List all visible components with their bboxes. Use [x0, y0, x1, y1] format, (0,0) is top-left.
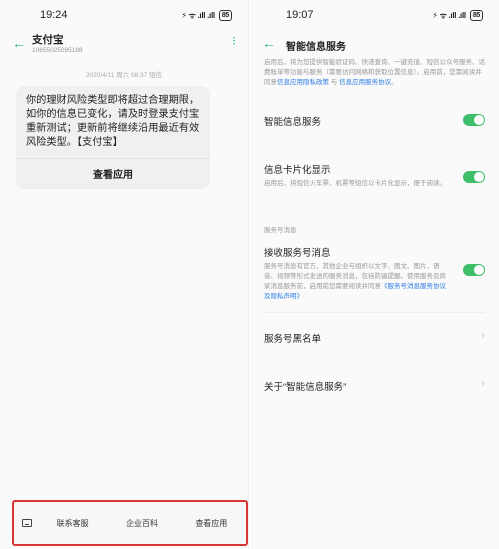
menu-contact-support[interactable]: 联系客服: [38, 518, 107, 529]
privacy-policy-link[interactable]: 信息应用隐私政策: [277, 79, 329, 86]
setting-title: 信息卡片化显示: [264, 165, 331, 176]
status-bar: 19:24 ⚡ ᯤ .ıll .ıll 85: [0, 0, 248, 30]
setting-title: 接收服务号消息: [264, 248, 331, 259]
conversation-header: ← 支付宝 10655025095188 ⁝: [0, 30, 248, 62]
card-display-toggle[interactable]: [463, 171, 485, 183]
message-bubble: 你的理财风险类型即将超过合理期限，如你的信息已变化，请及时登录支付宝重新测试；更…: [16, 86, 210, 189]
signal-icons: ⚡ ᯤ .ıll .ıll: [181, 10, 215, 20]
setting-description: 服务号消息有官方、其他企业与组织以文字、图文、图片、语音、视频等形式发送的服务消…: [264, 262, 450, 302]
sender-number: 10655025095188: [32, 47, 83, 54]
status-icons: ⚡ ᯤ .ıll .ıll 85: [432, 9, 483, 21]
setting-row-blacklist[interactable]: 服务号黑名单 ›: [264, 330, 485, 345]
back-arrow-icon[interactable]: ←: [12, 36, 26, 50]
sender-name: 支付宝: [32, 34, 64, 46]
receive-messages-toggle[interactable]: [463, 264, 485, 276]
settings-header: ← 智能信息服务: [250, 30, 499, 58]
chevron-right-icon: ›: [481, 330, 485, 342]
back-arrow-icon[interactable]: ←: [262, 36, 276, 50]
more-options-icon[interactable]: ⁝: [232, 35, 236, 47]
setting-description: 启用后，将短信火车票、机票等短信以卡片化显示，便于阅读。: [264, 180, 446, 187]
message-text: 你的理财风险类型即将超过合理期限，如你的信息已变化，请及时登录支付宝重新测试；更…: [26, 95, 200, 148]
status-time: 19:07: [286, 9, 314, 21]
menu-view-app[interactable]: 查看应用: [177, 518, 246, 529]
service-agreement-link[interactable]: 信息应用服务协议: [339, 79, 391, 86]
battery-icon: 85: [218, 9, 232, 21]
intro-end: 。: [391, 79, 398, 86]
signal-icons: ⚡ ᯤ .ıll .ıll: [432, 10, 466, 20]
smart-info-settings-screen: 19:07 ⚡ ᯤ .ıll .ıll 85 ← 智能信息服务 启用后，将为您提…: [250, 0, 499, 549]
keyboard-icon[interactable]: [22, 519, 32, 527]
menu-company-wiki[interactable]: 企业百科: [107, 518, 176, 529]
status-icons: ⚡ ᯤ .ıll .ıll 85: [181, 9, 232, 21]
intro-and: 与: [329, 79, 340, 86]
sms-conversation-screen: 19:24 ⚡ ᯤ .ıll .ıll 85 ← 支付宝 10655025095…: [0, 0, 249, 549]
smart-info-toggle[interactable]: [463, 114, 485, 126]
page-title: 智能信息服务: [286, 42, 346, 53]
service-intro: 启用后，将为您提供智能验证码、快递查询、一键充值、短信公众号服务、话费账单等功能…: [250, 58, 499, 88]
setting-title: 智能信息服务: [264, 117, 322, 128]
service-menu-bar: 联系客服 企业百科 查看应用: [12, 500, 248, 546]
status-bar: 19:07 ⚡ ᯤ .ıll .ıll 85: [250, 0, 499, 30]
divider: [264, 312, 485, 313]
setting-row-receive-messages[interactable]: 接收服务号消息 服务号消息有官方、其他企业与组织以文字、图文、图片、语音、视频等…: [264, 245, 485, 302]
setting-title: 服务号黑名单: [264, 334, 322, 345]
chevron-right-icon: ›: [481, 378, 485, 390]
setting-row-smart-info[interactable]: 智能信息服务: [264, 114, 485, 128]
battery-icon: 85: [469, 9, 483, 21]
setting-row-card-display[interactable]: 信息卡片化显示 启用后，将短信火车票、机票等短信以卡片化显示，便于阅读。: [264, 162, 485, 189]
section-header: 服务号消息: [264, 227, 297, 234]
message-timestamp: 2020/4/11 周六 08:37 短信: [85, 72, 163, 79]
status-time: 19:24: [40, 9, 68, 21]
setting-row-about[interactable]: 关于“智能信息服务” ›: [264, 378, 485, 393]
setting-title: 关于“智能信息服务”: [264, 382, 347, 393]
view-app-button[interactable]: 查看应用: [24, 159, 202, 183]
